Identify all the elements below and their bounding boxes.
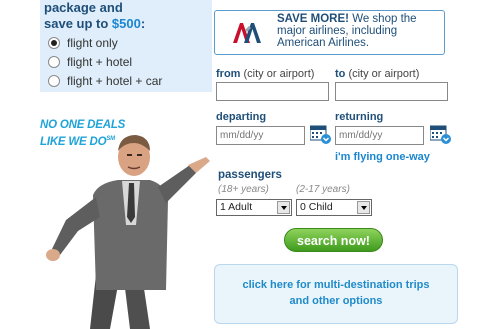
- airline-banner: SAVE MORE! We shop the major airlines, i…: [214, 10, 445, 55]
- search-now-button[interactable]: search now!: [284, 228, 383, 252]
- child-age-hint: (2-17 years): [296, 184, 350, 195]
- from-label: from (city or airport): [216, 68, 315, 80]
- adults-select[interactable]: 1 Adult: [216, 199, 292, 216]
- spokesperson-image: [46, 135, 210, 329]
- promo-line-1: package and: [44, 0, 123, 15]
- chevron-down-icon[interactable]: [277, 201, 290, 214]
- radio-flight-only[interactable]: flight only: [48, 36, 118, 50]
- multi-destination-link[interactable]: click here for multi-destination trips a…: [215, 277, 457, 309]
- to-label: to (city or airport): [335, 68, 420, 80]
- banner-headline: SAVE MORE!: [277, 13, 349, 25]
- to-hint: (city or airport): [348, 68, 420, 80]
- adult-age-hint: (18+ years): [218, 184, 269, 195]
- calendar-icon[interactable]: [430, 125, 452, 145]
- adults-select-value: 1 Adult: [220, 201, 253, 213]
- from-hint: (city or airport): [243, 68, 315, 80]
- returning-date-input[interactable]: [335, 126, 424, 145]
- departing-date-input[interactable]: [216, 126, 305, 145]
- promo-line-2: save up to $500:: [44, 16, 145, 32]
- chevron-down-icon[interactable]: [357, 201, 370, 214]
- radio-button-selected[interactable]: [48, 37, 60, 49]
- from-input[interactable]: [216, 82, 329, 101]
- returning-label: returning: [335, 111, 384, 123]
- radio-flight-hotel-car[interactable]: flight + hotel + car: [48, 74, 162, 88]
- radio-flight-hotel[interactable]: flight + hotel: [48, 55, 132, 69]
- calendar-icon[interactable]: [310, 125, 332, 145]
- radio-button[interactable]: [48, 75, 60, 87]
- multi-destination-line-1: click here for multi-destination trips: [242, 279, 430, 291]
- airline-banner-text: SAVE MORE! We shop the major airlines, i…: [277, 13, 442, 49]
- departing-label: departing: [216, 111, 267, 123]
- children-select-value: 0 Child: [300, 201, 333, 213]
- multi-destination-box[interactable]: click here for multi-destination trips a…: [214, 264, 458, 324]
- to-input[interactable]: [335, 82, 448, 101]
- radio-label: flight only: [67, 36, 118, 50]
- one-way-link[interactable]: i'm flying one-way: [335, 151, 430, 163]
- promo-amount: $500: [111, 16, 141, 31]
- children-select[interactable]: 0 Child: [296, 199, 372, 216]
- multi-destination-line-2: and other options: [289, 295, 383, 307]
- american-airlines-logo: [233, 23, 261, 43]
- passengers-label: passengers: [218, 169, 282, 181]
- promo-suffix: :: [140, 16, 146, 31]
- radio-label: flight + hotel + car: [67, 74, 163, 88]
- promo-prefix: save up to: [44, 16, 112, 31]
- trip-type-panel: package and save up to $500: flight only…: [40, 0, 212, 92]
- radio-label: flight + hotel: [67, 55, 133, 69]
- radio-button[interactable]: [48, 56, 60, 68]
